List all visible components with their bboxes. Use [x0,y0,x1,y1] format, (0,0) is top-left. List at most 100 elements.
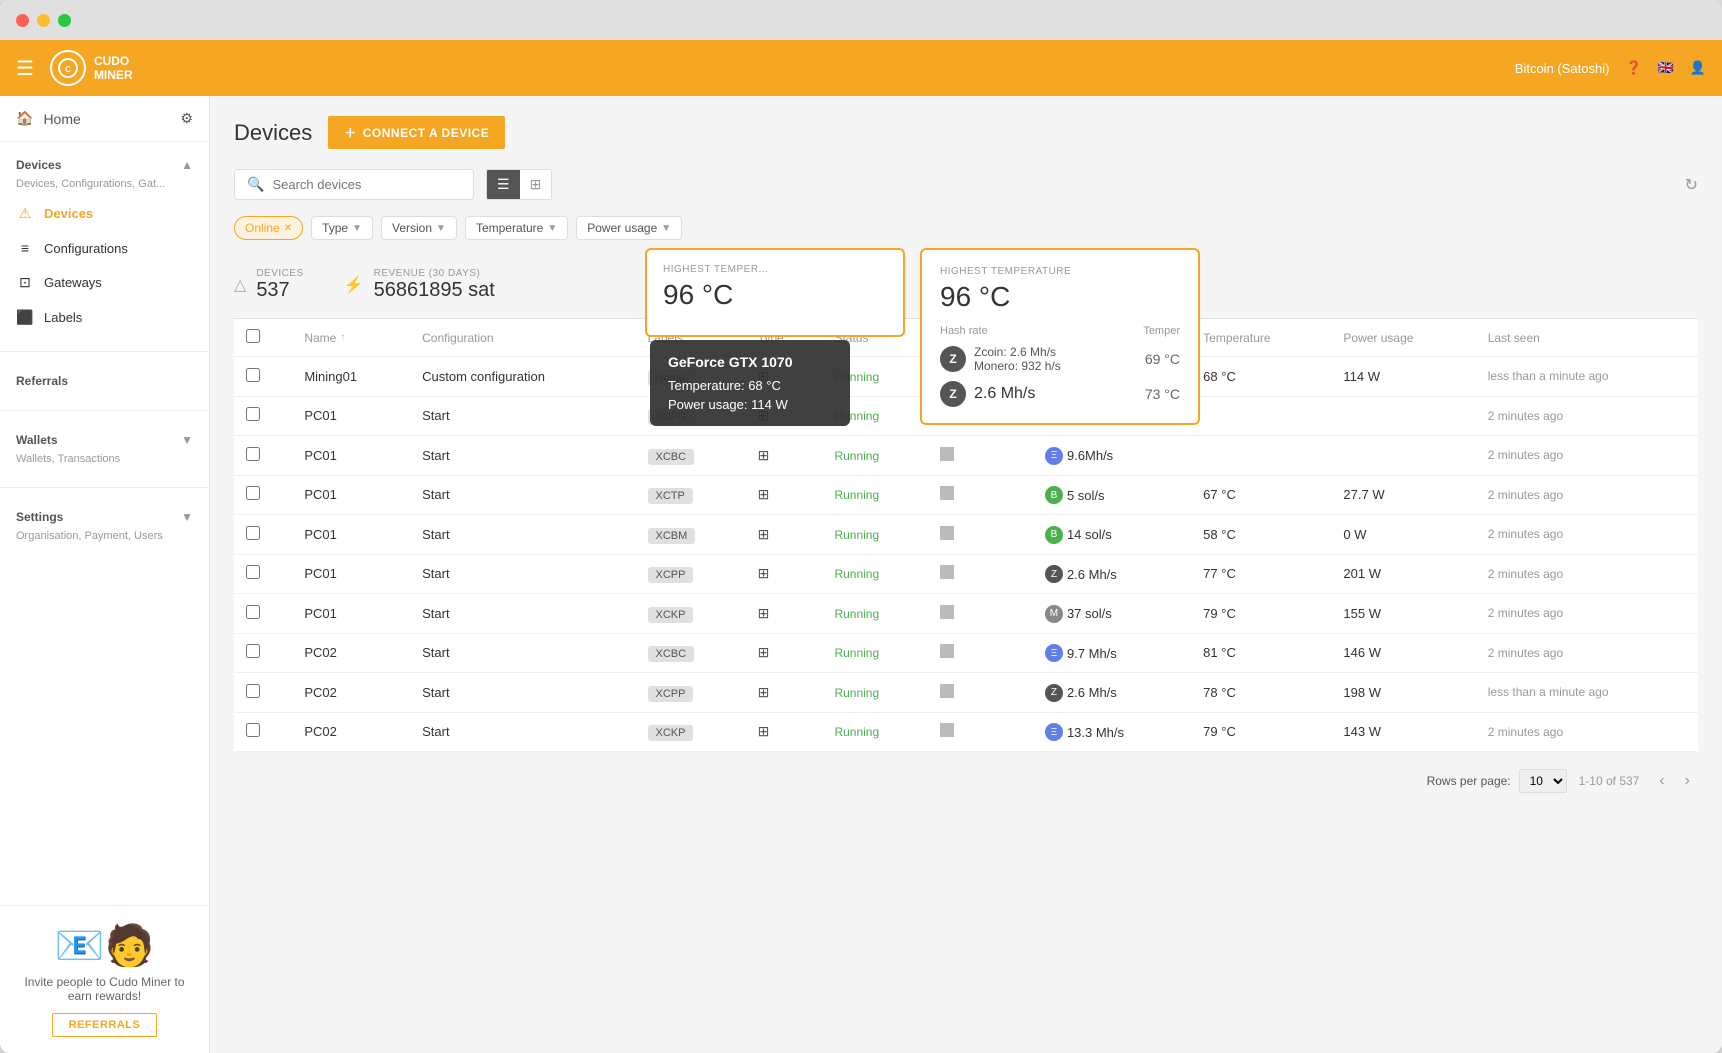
search-input[interactable] [272,177,461,192]
row-type-2: ⊞ [746,436,823,476]
row-temp-8: 78 °C [1191,673,1331,713]
filter-power-usage[interactable]: Power usage ▼ [576,216,682,240]
prev-page-button[interactable]: ‹ [1651,768,1672,794]
row-checkbox-4[interactable] [246,526,260,540]
row-temp-9: 79 °C [1191,712,1331,752]
coin-icon-5: Z [1045,565,1063,583]
top-navigation: ☰ C CUDOMINER Bitcoin (Satoshi) ❓ 🇬🇧 👤 [0,40,1722,96]
os-icon-5: ⊞ [758,565,770,581]
devices-section-header[interactable]: Devices ▲ [0,152,209,178]
sidebar-item-devices[interactable]: ⚠ Devices [0,196,209,231]
sidebar-item-gateways[interactable]: ⊡ Gateways [0,265,209,300]
row-temp-4: 58 °C [1191,515,1331,555]
referrals-button[interactable]: REFERRALS [52,1013,158,1037]
row-checkbox-3[interactable] [246,486,260,500]
row-checkbox-7[interactable] [246,644,260,658]
filter-online[interactable]: Online ✕ [234,216,303,240]
row-power-5: 201 W [1331,554,1475,594]
row-config-6: Start [410,594,635,634]
sidebar-item-configurations[interactable]: ≡ Configurations [0,231,209,265]
os-icon-1: ⊞ [758,407,770,423]
row-hashrate-1: Z 2.6Mh/s [1033,396,1191,436]
row-workers-7 [928,633,1033,673]
row-name-9: PC02 [292,712,410,752]
referrals-section: Referrals [0,358,209,404]
wallets-section-header[interactable]: Wallets ▼ [0,427,209,453]
user-icon[interactable]: 👤 [1690,60,1706,76]
hashrate-header: Hash rate [1033,319,1191,357]
row-workers-3 [928,475,1033,515]
grid-view-button[interactable]: ⊞ [520,170,552,199]
devices-table-container: Name↑ Configuration Labels Type Status W… [234,319,1698,752]
row-checkbox-2[interactable] [246,447,260,461]
row-status-8: Running [822,673,927,713]
sidebar-item-configurations-label: Configurations [44,241,128,256]
settings-section-header[interactable]: Settings ▼ [0,504,209,530]
row-name-0: Mining01 [292,357,410,397]
row-power-0: 114 W [1331,357,1475,397]
row-checkbox-1[interactable] [246,407,260,421]
coin-icon-6: M [1045,605,1063,623]
lastseen-header: Last seen [1476,319,1698,357]
sidebar-item-home[interactable]: 🏠 Home ⚙ [0,96,209,142]
row-label-7: XCBC [636,633,746,673]
row-power-3: 27.7 W [1331,475,1475,515]
configurations-icon: ≡ [16,240,34,256]
row-checkbox-5[interactable] [246,565,260,579]
rows-select[interactable]: 10 25 50 [1519,769,1567,793]
row-power-9: 143 W [1331,712,1475,752]
row-workers-0 [928,357,1033,397]
row-checkbox-0[interactable] [246,368,260,382]
refresh-icon[interactable]: ↻ [1685,175,1698,195]
close-button[interactable] [16,14,29,27]
filter-temperature[interactable]: Temperature ▼ [465,216,568,240]
select-all-checkbox[interactable] [246,329,260,343]
filter-version[interactable]: Version ▼ [381,216,457,240]
sidebar-divider-1 [0,351,209,352]
row-temp-7: 81 °C [1191,633,1331,673]
row-status-9: Running [822,712,927,752]
minimize-button[interactable] [37,14,50,27]
row-name-1: PC01 [292,396,410,436]
row-status-5: Running [822,554,927,594]
settings-icon[interactable]: ⚙ [180,110,193,127]
name-header[interactable]: Name↑ [304,331,398,345]
row-checkbox-8[interactable] [246,684,260,698]
coin-icon-2: Ξ [1045,447,1063,465]
os-icon-2: ⊞ [758,447,770,463]
row-checkbox-6[interactable] [246,605,260,619]
next-page-button[interactable]: › [1677,768,1698,794]
devices-section-title: Devices [16,158,61,172]
row-lastseen-9: 2 minutes ago [1476,712,1698,752]
connect-device-button[interactable]: ＋ CONNECT A DEVICE [328,116,505,149]
sidebar-item-labels[interactable]: ⬛ Labels [0,300,209,335]
menu-toggle-icon[interactable]: ☰ [16,56,34,81]
row-name-7: PC02 [292,633,410,673]
row-config-4: Start [410,515,635,555]
table-row: PC02 Start XCPP ⊞ Running Z 2.6 Mh/s 78 … [234,673,1698,713]
table-row: PC01 Start XCFG ⊞ Running Z 2.6Mh/s 2 mi… [234,396,1698,436]
referrals-section-header[interactable]: Referrals [0,368,209,394]
row-temp-0: 68 °C [1191,357,1331,397]
row-checkbox-9[interactable] [246,723,260,737]
row-name-8: PC02 [292,673,410,713]
row-lastseen-1: 2 minutes ago [1476,396,1698,436]
pagination-range: 1-10 of 537 [1579,774,1640,788]
language-icon[interactable]: 🇬🇧 [1658,60,1674,76]
list-view-button[interactable]: ☰ [487,170,520,199]
help-icon[interactable]: ❓ [1625,60,1641,76]
os-icon-0: ⊞ [758,368,770,384]
filters-bar: Online ✕ Type ▼ Version ▼ Temperature ▼ … [234,216,1698,240]
workers-header: Workers [928,319,1033,357]
logo-text: CUDOMINER [94,54,133,83]
currency-label: Bitcoin (Satoshi) [1515,61,1610,76]
gateways-icon: ⊡ [16,274,34,291]
filter-online-close-icon[interactable]: ✕ [284,223,292,234]
filter-type[interactable]: Type ▼ [311,216,373,240]
rows-per-page: Rows per page: 10 25 50 [1427,769,1567,793]
coin-icon-0: ☺ [1045,368,1063,386]
maximize-button[interactable] [58,14,71,27]
os-icon-9: ⊞ [758,723,770,739]
temperature-header: Temperature [1191,319,1331,357]
filter-temperature-label: Temperature [476,221,543,235]
